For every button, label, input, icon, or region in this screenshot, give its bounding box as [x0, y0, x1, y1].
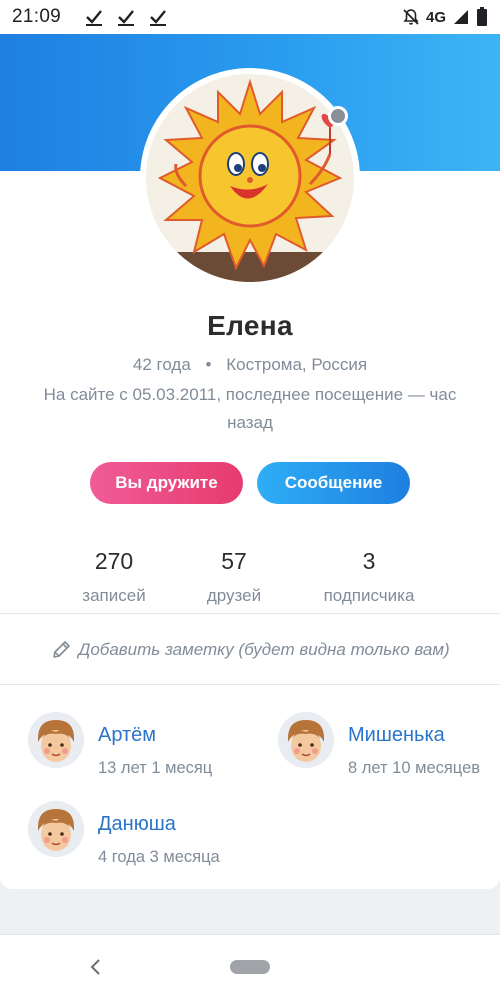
last-seen-text: На сайте с 05.03.2011, последнее посещен…	[43, 385, 457, 432]
network-type: 4G	[425, 8, 446, 26]
status-right: 4G	[402, 7, 488, 27]
sun-drawing-image	[146, 74, 354, 282]
avatar-frame	[140, 68, 360, 288]
divider	[0, 684, 500, 685]
child-name[interactable]: Данюша	[98, 813, 176, 836]
child-avatar	[28, 801, 84, 857]
child-name[interactable]: Артём	[98, 724, 156, 747]
counter-value: 3	[362, 548, 376, 574]
counter-value: 57	[221, 548, 247, 574]
child-item[interactable]: Мишенька 8 лет 10 месяцев	[278, 712, 500, 777]
profile-meta: 42 года • Кострома, Россия	[0, 355, 500, 375]
boy-face-icon	[28, 712, 84, 768]
notifications-off-icon	[403, 9, 419, 25]
child-age: 8 лет 10 месяцев	[348, 759, 481, 777]
counter-friends[interactable]: 57 друзей	[184, 548, 284, 606]
boy-face-icon	[28, 801, 84, 857]
boy-face-icon	[278, 712, 334, 768]
profile-age: 42 года	[132, 355, 191, 374]
counter-label: подписчика	[323, 586, 415, 605]
check-icon	[118, 10, 135, 26]
child-age: 13 лет 1 месяц	[98, 759, 213, 777]
pencil-icon	[53, 641, 71, 658]
counter-followers[interactable]: 3 подписчика	[304, 548, 434, 606]
counter-label: друзей	[206, 586, 262, 605]
back-icon[interactable]	[86, 955, 106, 979]
avatar[interactable]	[146, 74, 354, 282]
check-icon	[150, 10, 167, 26]
add-note-button[interactable]: Добавить заметку (будет видна только вам…	[0, 614, 500, 686]
child-item[interactable]: Данюша 4 года 3 месяца	[28, 801, 258, 866]
child-age: 4 года 3 месяца	[98, 848, 220, 866]
status-bar: 21:09 4G	[0, 0, 500, 34]
profile-name: Елена	[207, 310, 293, 341]
add-note-label: Добавить заметку (будет видна только вам…	[78, 640, 450, 659]
counter-posts[interactable]: 270 записей	[64, 548, 164, 606]
child-item[interactable]: Артём 13 лет 1 месяц	[28, 712, 258, 777]
separator-dot: •	[205, 355, 212, 374]
profile-location: Кострома, Россия	[226, 355, 368, 374]
home-pill-button[interactable]	[230, 960, 270, 974]
battery-icon	[477, 7, 487, 26]
friends-status-button[interactable]: Вы дружите	[90, 462, 243, 504]
check-icon	[86, 10, 103, 26]
child-name[interactable]: Мишенька	[348, 724, 445, 747]
online-status-indicator	[328, 106, 348, 126]
signal-icon	[454, 10, 468, 24]
child-avatar	[28, 712, 84, 768]
counter-value: 270	[94, 548, 134, 574]
system-nav-bar	[0, 934, 500, 1000]
profile-card: Елена 42 года • Кострома, Россия На сайт…	[0, 68, 500, 889]
status-time: 21:09	[12, 6, 62, 27]
send-message-button[interactable]: Сообщение	[257, 462, 410, 504]
profile-counters: 270 записей 57 друзей 3 подписчика	[0, 548, 500, 610]
notification-icons	[85, 8, 167, 26]
counter-label: записей	[82, 586, 146, 605]
child-avatar	[278, 712, 334, 768]
